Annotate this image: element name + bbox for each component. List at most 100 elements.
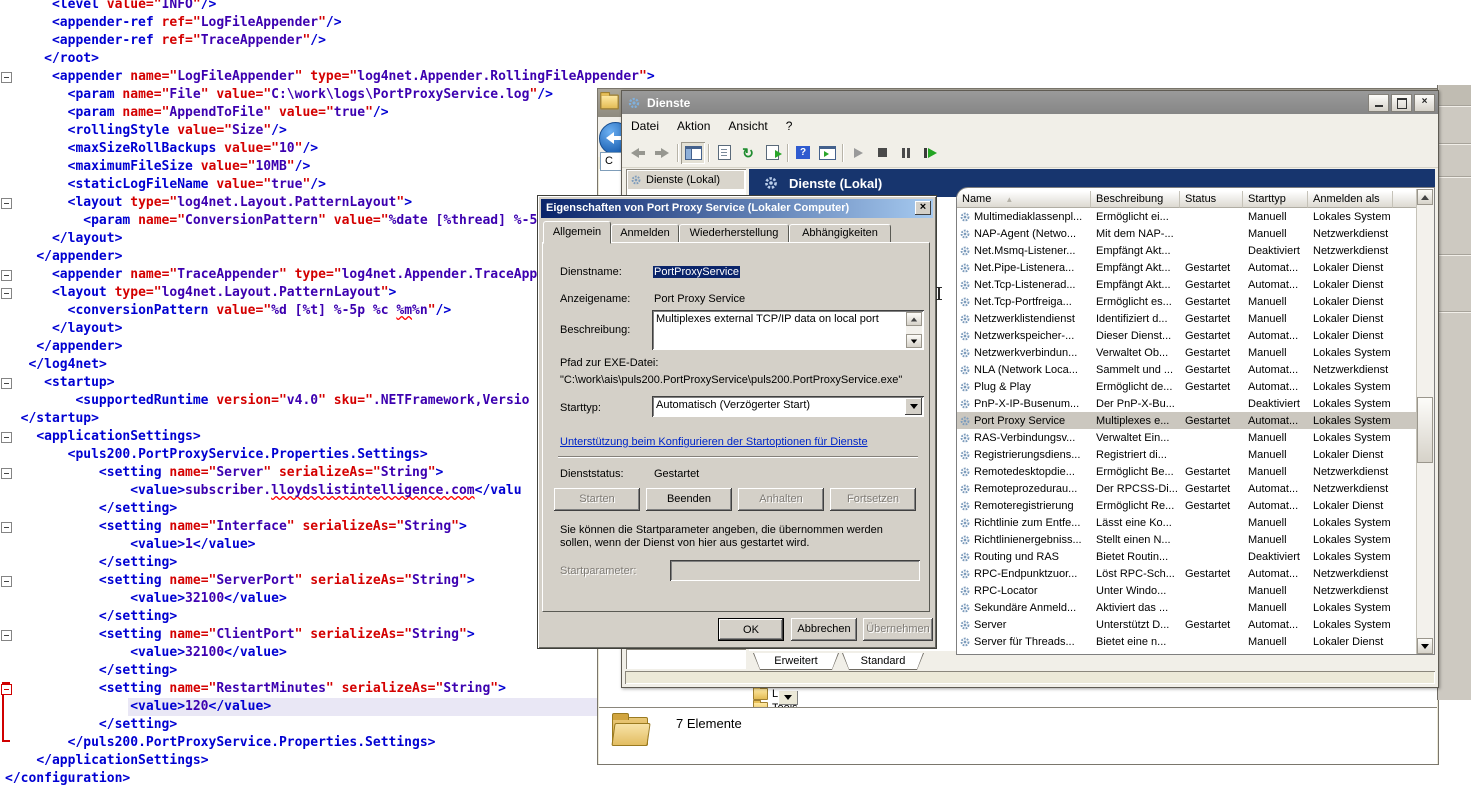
code-line[interactable]: </root> <box>5 50 655 68</box>
tree-item-dienste-lokal[interactable]: Dienste (Lokal) <box>628 171 744 189</box>
pause-service-button[interactable] <box>894 142 918 164</box>
service-row[interactable]: PnP-X-IP-Busenum...Der PnP-X-Bu...Deakti… <box>957 395 1417 412</box>
menu-ansicht[interactable]: Ansicht <box>719 116 776 136</box>
back-button[interactable] <box>626 142 650 164</box>
code-line[interactable]: </applicationSettings> <box>5 752 655 770</box>
standard-view-button[interactable] <box>815 142 839 164</box>
service-row[interactable]: Net.Msmq-Listener...Empfängt Akt...Deakt… <box>957 242 1417 259</box>
service-row[interactable]: Remotedesktopdie...Ermöglicht Be...Gesta… <box>957 463 1417 480</box>
code-line[interactable]: <appender-ref ref="TraceAppender"/> <box>5 32 655 50</box>
scroll-thumb[interactable] <box>1417 397 1433 463</box>
starttype-cell: Deaktiviert <box>1243 245 1308 257</box>
tab-standard[interactable]: Standard <box>842 653 924 670</box>
service-row[interactable]: Sekundäre Anmeld...Aktiviert das ...Manu… <box>957 599 1417 616</box>
code-line[interactable]: </configuration> <box>5 770 655 787</box>
code-line[interactable]: <staticLogFileName value="true"/> <box>5 176 655 194</box>
minimize-button[interactable] <box>1368 94 1389 112</box>
service-row[interactable]: Netzwerkspeicher-...Dieser Dienst...Gest… <box>957 327 1417 344</box>
stop-button[interactable]: Beenden <box>646 488 732 511</box>
tab-abhaengigkeiten[interactable]: Abhängigkeiten <box>789 224 891 242</box>
tab-anmelden[interactable]: Anmelden <box>611 224 679 242</box>
description-textbox[interactable]: Multiplexes external TCP/IP data on loca… <box>652 310 924 350</box>
close-icon[interactable]: × <box>915 201 931 215</box>
properties-button[interactable] <box>712 142 736 164</box>
code-line[interactable]: <appender-ref ref="LogFileAppender"/> <box>5 14 655 32</box>
service-row[interactable]: RemoteregistrierungErmöglicht Re...Gesta… <box>957 497 1417 514</box>
service-row[interactable]: RAS-Verbindungsv...Verwaltet Ein...Manue… <box>957 429 1417 446</box>
scroll-up-button[interactable] <box>1417 189 1433 205</box>
startup-type-combobox[interactable]: Automatisch (Verzögerter Start) <box>652 396 924 417</box>
maximize-button[interactable] <box>1391 94 1412 112</box>
service-row[interactable]: Net.Tcp-Listenerad...Empfängt Akt...Gest… <box>957 276 1417 293</box>
ok-button[interactable]: OK <box>718 618 784 641</box>
menu-aktion[interactable]: Aktion <box>668 116 719 136</box>
service-row[interactable]: Netzwerkverbindun...Verwaltet Ob...Gesta… <box>957 344 1417 361</box>
service-row[interactable]: Remoteprozedurau...Der RPCSS-Di...Gestar… <box>957 480 1417 497</box>
service-row[interactable]: Net.Tcp-Portfreiga...Ermöglicht es...Ges… <box>957 293 1417 310</box>
apply-button[interactable]: Übernehmen <box>863 618 933 641</box>
start-params-input[interactable] <box>670 560 920 581</box>
service-row[interactable]: Richtlinienergebniss...Stellt einen N...… <box>957 531 1417 548</box>
start-button[interactable]: Starten <box>554 488 640 511</box>
menu-datei[interactable]: Datei <box>622 116 668 136</box>
column-header-status[interactable]: Status <box>1180 191 1243 208</box>
code-line[interactable]: <param name="AppendToFile" value="true"/… <box>5 104 655 122</box>
code-line[interactable]: <appender name="LogFileAppender" type="l… <box>5 68 655 86</box>
service-row[interactable]: NAP-Agent (Netwo...Mit dem NAP-...Manuel… <box>957 225 1417 242</box>
show-tree-button[interactable] <box>681 142 705 164</box>
services-titlebar[interactable]: Dienste × <box>622 91 1438 114</box>
code-line[interactable]: <maxSizeRollBackups value="10"/> <box>5 140 655 158</box>
dialog-titlebar[interactable]: Eigenschaften von Port Proxy Service (Lo… <box>541 199 933 218</box>
combo-dropdown-button[interactable] <box>778 690 798 705</box>
export-list-button[interactable] <box>760 142 784 164</box>
description-scrollbar[interactable] <box>906 312 922 348</box>
chevron-down-icon[interactable] <box>905 398 922 415</box>
scroll-down-button[interactable] <box>906 334 922 348</box>
service-row[interactable]: RPC-Endpunktzuor...Löst RPC-Sch...Gestar… <box>957 565 1417 582</box>
scroll-up-button[interactable] <box>906 312 922 326</box>
list-scrollbar[interactable] <box>1416 189 1434 654</box>
service-row[interactable]: Net.Pipe-Listenera...Empfängt Akt...Gest… <box>957 259 1417 276</box>
tab-allgemein[interactable]: Allgemein <box>543 221 611 244</box>
tab-wiederherstellung[interactable]: Wiederherstellung <box>679 224 789 242</box>
code-line[interactable]: </setting> <box>5 716 655 734</box>
service-row[interactable]: Plug & PlayErmöglicht de...GestartetAuto… <box>957 378 1417 395</box>
column-header-name[interactable]: Name▲ <box>957 191 1091 208</box>
column-header-starttyp[interactable]: Starttyp <box>1243 191 1308 208</box>
code-line[interactable]: <param name="File" value="C:\work\logs\P… <box>5 86 655 104</box>
refresh-button[interactable]: ↻ <box>736 142 760 164</box>
column-header-anmelden-als[interactable]: Anmelden als <box>1308 191 1393 208</box>
service-name-value[interactable]: PortProxyService <box>653 266 740 278</box>
close-button[interactable]: × <box>1414 94 1435 112</box>
column-header-beschreibung[interactable]: Beschreibung <box>1091 191 1180 208</box>
service-row[interactable]: RPC-LocatorUnter Windo...ManuellNetzwerk… <box>957 582 1417 599</box>
service-row[interactable]: Server für Threads...Bietet eine n...Man… <box>957 633 1417 650</box>
service-row[interactable]: Port Proxy ServiceMultiplexes e...Gestar… <box>957 412 1417 429</box>
stop-service-button[interactable] <box>870 142 894 164</box>
restart-service-button[interactable] <box>918 142 942 164</box>
forward-button[interactable] <box>650 142 674 164</box>
service-row[interactable]: NetzwerklistendienstIdentifiziert d...Ge… <box>957 310 1417 327</box>
service-row[interactable]: Multimediaklassenpl...Ermöglicht ei...Ma… <box>957 208 1417 225</box>
code-line[interactable]: <maximumFileSize value="10MB"/> <box>5 158 655 176</box>
menu-hilfe[interactable]: ? <box>777 116 802 136</box>
service-row[interactable]: Registrierungsdiens...Registriert di...M… <box>957 446 1417 463</box>
code-line[interactable]: <setting name="RestartMinutes" serialize… <box>5 680 655 698</box>
scroll-down-button[interactable] <box>1417 638 1433 654</box>
code-line[interactable]: <rollingStyle value="Size"/> <box>5 122 655 140</box>
code-line[interactable]: </puls200.PortProxyService.Properties.Se… <box>5 734 655 752</box>
service-row[interactable]: NLA (Network Loca...Sammelt und ...Gesta… <box>957 361 1417 378</box>
start-service-button[interactable] <box>846 142 870 164</box>
startup-options-help-link[interactable]: Unterstützung beim Konfigurieren der Sta… <box>560 436 868 448</box>
pause-button[interactable]: Anhalten <box>738 488 824 511</box>
help-button[interactable]: ? <box>791 142 815 164</box>
service-row[interactable]: Routing und RASBietet Routin...Deaktivie… <box>957 548 1417 565</box>
resume-button[interactable]: Fortsetzen <box>830 488 916 511</box>
cancel-button[interactable]: Abbrechen <box>791 618 857 641</box>
service-row[interactable]: ServerUnterstützt D...GestartetAutomat..… <box>957 616 1417 633</box>
code-line[interactable]: <level value="INFO"/> <box>5 0 655 14</box>
code-line[interactable]: </setting> <box>5 662 655 680</box>
tab-erweitert[interactable]: Erweitert <box>753 653 839 670</box>
service-row[interactable]: Richtlinie zum Entfe...Lässt eine Ko...M… <box>957 514 1417 531</box>
code-line[interactable]: <value>120</value> <box>5 698 655 716</box>
